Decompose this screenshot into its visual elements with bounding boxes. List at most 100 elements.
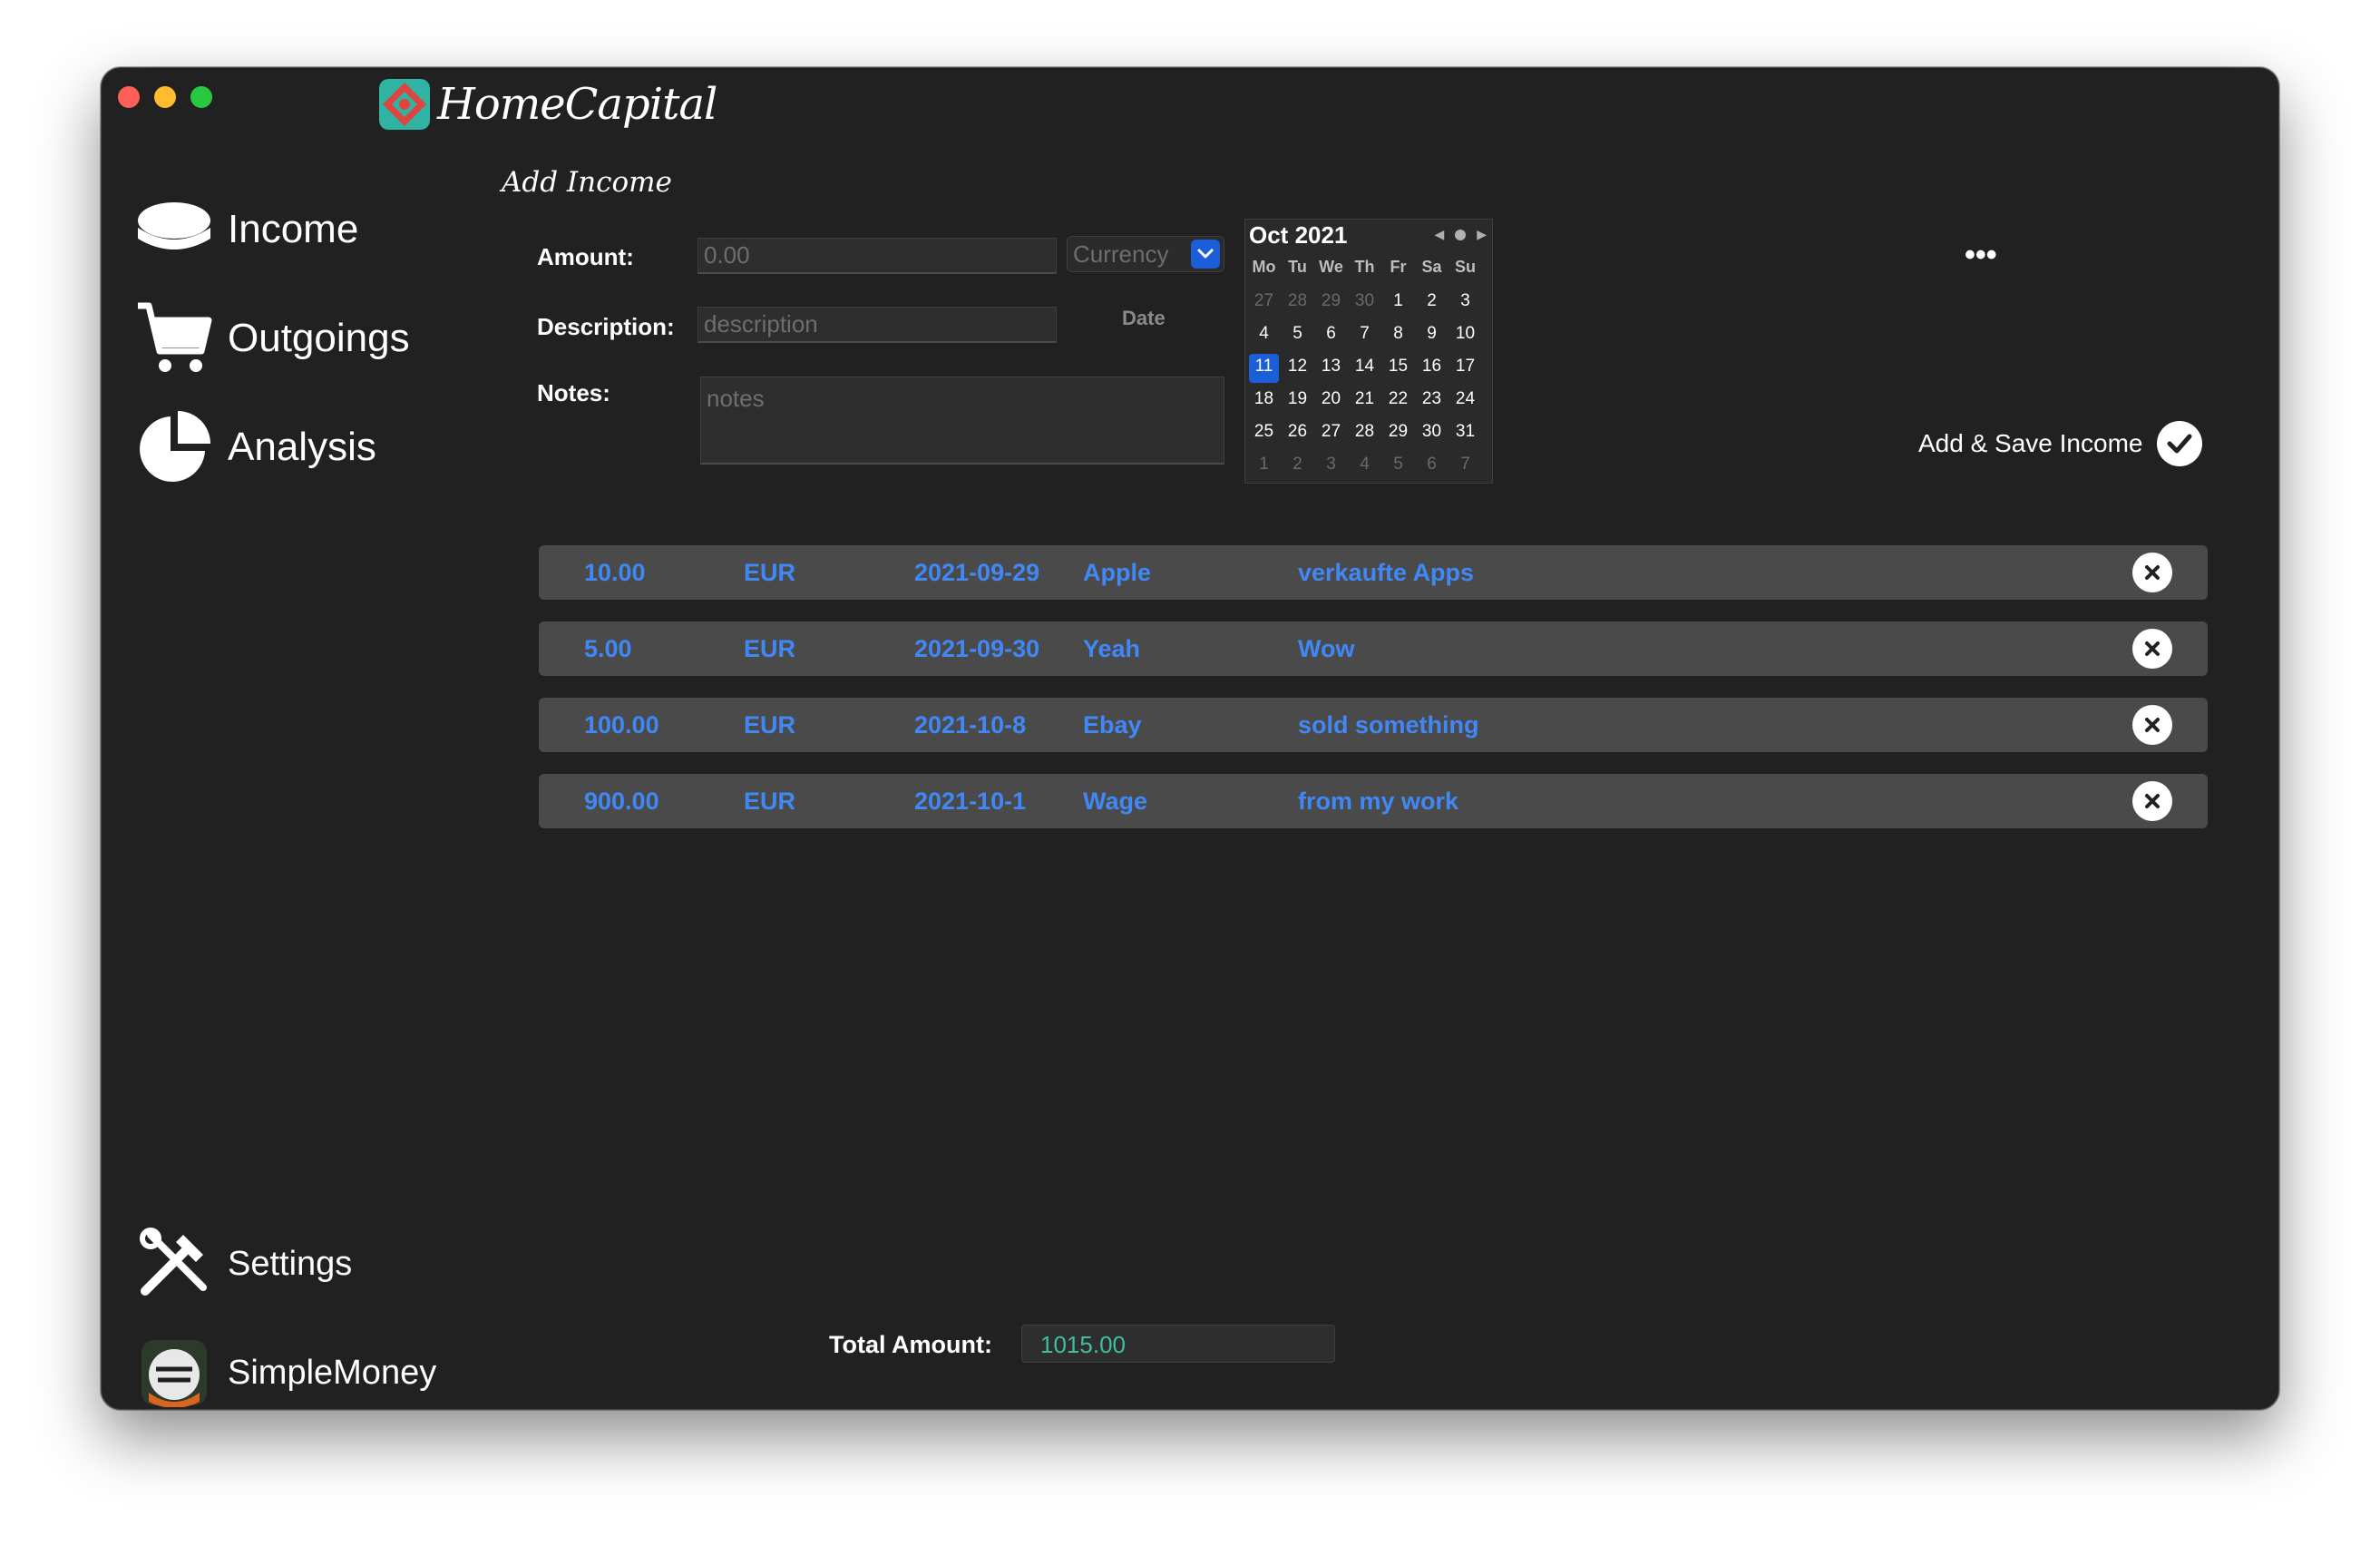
calendar-day[interactable]: 30 bbox=[1348, 287, 1381, 319]
calendar-day[interactable]: 22 bbox=[1381, 385, 1415, 417]
sidebar-item-label: Outgoings bbox=[228, 316, 410, 360]
sidebar-item-income[interactable]: Income bbox=[136, 191, 358, 268]
notes-textarea[interactable] bbox=[700, 377, 1224, 465]
coins-icon bbox=[136, 191, 212, 268]
table-row[interactable]: 10.00 EUR 2021-09-29 Apple verkaufte App… bbox=[539, 545, 2208, 600]
calendar-day[interactable]: 3 bbox=[1314, 450, 1348, 483]
calendar-day[interactable]: 6 bbox=[1314, 319, 1348, 352]
calendar-day[interactable]: 18 bbox=[1247, 385, 1281, 417]
row-date: 2021-10-8 bbox=[914, 711, 1027, 739]
calendar-day[interactable]: 4 bbox=[1247, 319, 1281, 352]
next-month-icon[interactable]: ▶ bbox=[1477, 227, 1487, 242]
today-dot-icon[interactable] bbox=[1455, 229, 1467, 240]
add-save-income-button[interactable]: Add & Save Income bbox=[1918, 421, 2203, 466]
calendar-day[interactable]: 17 bbox=[1448, 352, 1482, 385]
calendar-day[interactable]: 7 bbox=[1348, 319, 1381, 352]
row-currency: EUR bbox=[744, 788, 796, 815]
row-note: from my work bbox=[1298, 788, 1459, 815]
calendar-day[interactable]: 19 bbox=[1281, 385, 1314, 417]
window-zoom-button[interactable] bbox=[190, 86, 212, 108]
total-amount-label: Total Amount: bbox=[829, 1331, 992, 1358]
calendar-day[interactable]: 13 bbox=[1314, 352, 1348, 385]
sidebar-item-analysis[interactable]: Analysis bbox=[136, 409, 376, 485]
calendar-weekday: We bbox=[1319, 258, 1343, 276]
calendar-day[interactable]: 31 bbox=[1448, 417, 1482, 450]
row-note: Wow bbox=[1298, 635, 1355, 662]
calendar-day[interactable]: 5 bbox=[1381, 450, 1415, 483]
calendar-day[interactable]: 14 bbox=[1348, 352, 1381, 385]
calendar-day[interactable]: 1 bbox=[1381, 287, 1415, 319]
delete-row-icon[interactable] bbox=[2132, 629, 2172, 669]
calendar-day[interactable]: 29 bbox=[1381, 417, 1415, 450]
calendar-day[interactable]: 16 bbox=[1415, 352, 1448, 385]
calendar-day[interactable]: 30 bbox=[1415, 417, 1448, 450]
calendar-day[interactable]: 12 bbox=[1281, 352, 1314, 385]
sidebar-item-label: Income bbox=[228, 207, 359, 251]
row-name: Ebay bbox=[1083, 711, 1142, 739]
calendar-day[interactable]: 2 bbox=[1281, 450, 1314, 483]
row-currency: EUR bbox=[744, 635, 796, 662]
calendar-day[interactable]: 27 bbox=[1314, 417, 1348, 450]
row-amount: 10.00 bbox=[584, 559, 646, 586]
delete-row-icon[interactable] bbox=[2132, 781, 2172, 821]
calendar-day[interactable]: 23 bbox=[1415, 385, 1448, 417]
calendar-day[interactable]: 28 bbox=[1348, 417, 1381, 450]
calendar-day[interactable]: 28 bbox=[1281, 287, 1314, 319]
window-minimize-button[interactable] bbox=[154, 86, 176, 108]
previous-month-icon[interactable]: ◀ bbox=[1434, 227, 1444, 242]
calendar-day[interactable]: 29 bbox=[1314, 287, 1348, 319]
app-window: HomeCapital Income Outgoings Analysis Se… bbox=[101, 67, 2279, 1410]
calendar-weekday-header: Mo Tu We Th Fr Sa Su bbox=[1247, 258, 1482, 277]
calendar-weekday: Th bbox=[1354, 258, 1375, 276]
chevron-down-icon bbox=[1191, 240, 1220, 269]
sidebar-item-outgoings[interactable]: Outgoings bbox=[136, 300, 410, 377]
calendar-day-grid: 27 28 29 30 1 2 3 4 5 6 7 8 9 10 11 12 13 14 15 16 17 18 19 20 2… bbox=[1247, 287, 1482, 483]
calendar-day[interactable]: 4 bbox=[1348, 450, 1381, 483]
calendar-day[interactable]: 7 bbox=[1448, 450, 1482, 483]
calendar-weekday: Fr bbox=[1390, 258, 1407, 276]
sidebar-item-simplemoney[interactable]: SimpleMoney bbox=[136, 1335, 436, 1409]
table-row[interactable]: 5.00 EUR 2021-09-30 Yeah Wow bbox=[539, 621, 2208, 676]
calendar-day[interactable]: 21 bbox=[1348, 385, 1381, 417]
cart-icon bbox=[136, 300, 212, 377]
save-button-label: Add & Save Income bbox=[1918, 429, 2143, 457]
calendar-month-title: Oct 2021 bbox=[1249, 221, 1348, 249]
pie-chart-icon bbox=[136, 409, 212, 485]
sidebar-item-settings[interactable]: Settings bbox=[136, 1226, 352, 1302]
row-currency: EUR bbox=[744, 559, 796, 586]
calendar-day[interactable]: 15 bbox=[1381, 352, 1415, 385]
description-input[interactable] bbox=[697, 307, 1057, 343]
more-options-icon[interactable]: ••• bbox=[1965, 240, 1997, 270]
currency-select[interactable]: Currency bbox=[1067, 236, 1224, 272]
homecapital-logo-icon bbox=[379, 79, 430, 130]
calendar-day[interactable]: 10 bbox=[1448, 319, 1482, 352]
table-row[interactable]: 100.00 EUR 2021-10-8 Ebay sold something bbox=[539, 698, 2208, 752]
window-close-button[interactable] bbox=[118, 86, 140, 108]
app-title: HomeCapital bbox=[437, 79, 717, 130]
calendar-day[interactable]: 1 bbox=[1247, 450, 1281, 483]
calendar-day[interactable]: 6 bbox=[1415, 450, 1448, 483]
delete-row-icon[interactable] bbox=[2132, 705, 2172, 745]
row-amount: 100.00 bbox=[584, 711, 659, 739]
calendar-day[interactable]: 2 bbox=[1415, 287, 1448, 319]
calendar-day[interactable]: 24 bbox=[1448, 385, 1482, 417]
row-currency: EUR bbox=[744, 711, 796, 739]
calendar-day[interactable]: 20 bbox=[1314, 385, 1348, 417]
calendar-day[interactable]: 25 bbox=[1247, 417, 1281, 450]
date-picker-calendar[interactable]: Oct 2021 ◀ ▶ Mo Tu We Th Fr Sa Su 27 28 29 30 1 2 3 4… bbox=[1244, 219, 1493, 484]
calendar-day[interactable]: 8 bbox=[1381, 319, 1415, 352]
description-label: Description: bbox=[537, 313, 675, 340]
table-row[interactable]: 900.00 EUR 2021-10-1 Wage from my work bbox=[539, 774, 2208, 828]
calendar-day[interactable]: 26 bbox=[1281, 417, 1314, 450]
row-date: 2021-09-29 bbox=[914, 559, 1040, 586]
calendar-day[interactable]: 5 bbox=[1281, 319, 1314, 352]
simplemoney-app-icon bbox=[136, 1335, 212, 1409]
amount-input[interactable] bbox=[697, 238, 1057, 274]
calendar-day-selected[interactable]: 11 bbox=[1249, 354, 1279, 383]
calendar-day[interactable]: 3 bbox=[1448, 287, 1482, 319]
total-amount-field: 1015.00 bbox=[1021, 1325, 1335, 1363]
delete-row-icon[interactable] bbox=[2132, 553, 2172, 592]
calendar-day[interactable]: 9 bbox=[1415, 319, 1448, 352]
calendar-day[interactable]: 27 bbox=[1247, 287, 1281, 319]
row-name: Wage bbox=[1083, 788, 1148, 815]
